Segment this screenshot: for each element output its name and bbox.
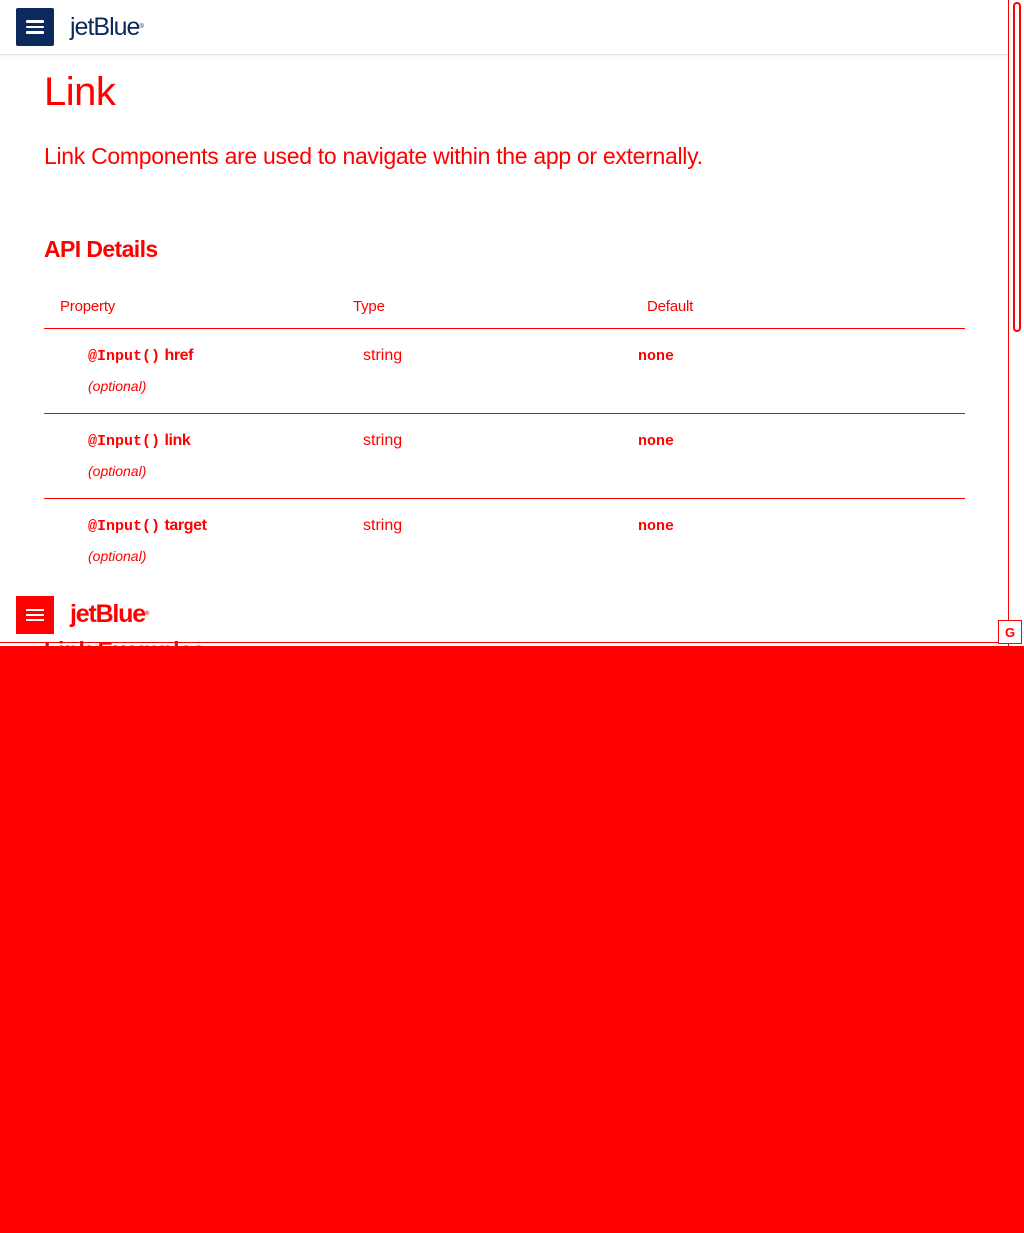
page-title: Link xyxy=(44,70,116,114)
type-cell: string xyxy=(363,517,403,534)
vertical-scrollbar[interactable] xyxy=(1008,0,1024,646)
property-name: href xyxy=(164,347,194,364)
column-header-type: Type xyxy=(353,298,385,315)
menu-button[interactable] xyxy=(16,8,54,46)
column-header-default: Default xyxy=(647,298,694,315)
type-cell: string xyxy=(363,432,403,449)
input-decorator: @Input() xyxy=(88,433,161,450)
property-cell: @Input() link xyxy=(88,432,191,450)
jetblue-logo[interactable]: jetBlue® xyxy=(70,12,144,42)
hamburger-icon xyxy=(26,20,44,34)
optional-label: (optional) xyxy=(88,463,147,479)
input-decorator: @Input() xyxy=(88,348,161,365)
input-decorator: @Input() xyxy=(88,518,161,535)
property-name: target xyxy=(164,517,207,534)
api-details-table: Property Type Default @Input() href (opt… xyxy=(44,290,965,583)
hamburger-icon xyxy=(26,608,44,622)
optional-label: (optional) xyxy=(88,378,147,394)
default-cell: none xyxy=(638,518,675,535)
scrollbar-thumb[interactable] xyxy=(1013,2,1021,332)
table-row: @Input() href (optional) string none xyxy=(44,329,965,414)
property-name: link xyxy=(164,432,191,449)
type-cell: string xyxy=(363,347,403,364)
overlay-jetblue-logo[interactable]: jetBlue® xyxy=(70,599,149,629)
property-cell: @Input() target xyxy=(88,517,207,535)
page: jetBlue® Link Link Components are used t… xyxy=(0,0,1024,1233)
highlight-overlay xyxy=(0,646,1024,1233)
page-description: Link Components are used to navigate wit… xyxy=(44,143,703,169)
property-cell: @Input() href xyxy=(88,347,194,365)
table-row: @Input() link (optional) string none xyxy=(44,414,965,499)
section-title-api-details: API Details xyxy=(44,236,158,262)
overlay-menu-button[interactable] xyxy=(16,596,54,634)
g-badge-icon[interactable]: G xyxy=(998,620,1022,644)
app-header: jetBlue® xyxy=(0,0,1008,55)
optional-label: (optional) xyxy=(88,548,147,564)
column-header-property: Property xyxy=(60,298,116,315)
table-header: Property Type Default xyxy=(44,290,965,329)
overlay-header: jetBlue® xyxy=(0,588,1008,643)
table-row: @Input() target (optional) string none xyxy=(44,499,965,583)
default-cell: none xyxy=(638,433,675,450)
default-cell: none xyxy=(638,348,675,365)
